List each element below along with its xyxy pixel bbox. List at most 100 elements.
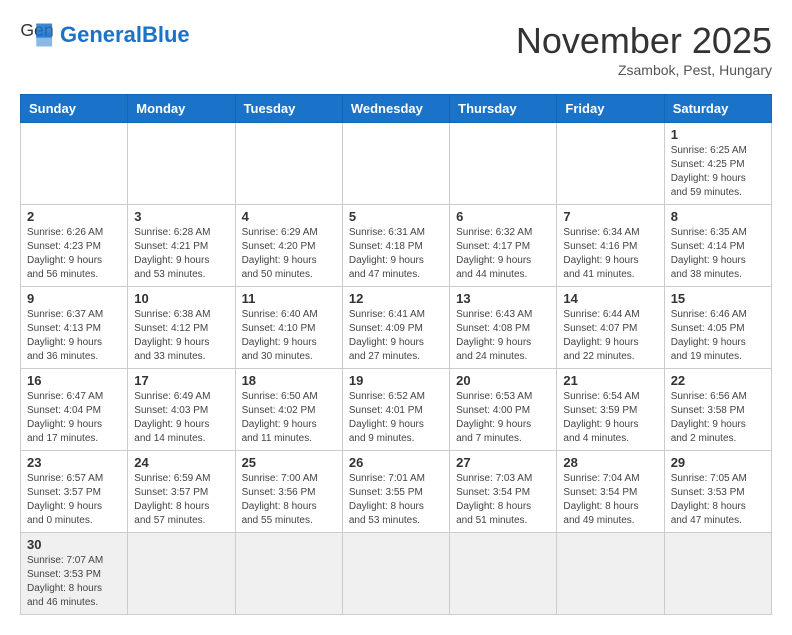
- day-cell: 8 Sunrise: 6:35 AM Sunset: 4:14 PM Daylig…: [664, 205, 771, 287]
- day-info: Sunrise: 6:57 AM Sunset: 3:57 PM Dayligh…: [27, 472, 121, 528]
- day-cell: [128, 123, 235, 205]
- day-info: Sunrise: 6:47 AM Sunset: 4:04 PM Dayligh…: [27, 390, 121, 446]
- col-header-friday: Friday: [557, 95, 664, 123]
- day-number: 4: [242, 209, 336, 224]
- day-info: Sunrise: 6:35 AM Sunset: 4:14 PM Dayligh…: [671, 226, 765, 282]
- day-cell: 17Sunrise: 6:49 AM Sunset: 4:03 PM Dayli…: [128, 369, 235, 451]
- day-info: Sunrise: 6:46 AM Sunset: 4:05 PM Dayligh…: [671, 308, 765, 364]
- day-cell: 5 Sunrise: 6:31 AM Sunset: 4:18 PM Daylig…: [342, 205, 449, 287]
- day-number: 28: [563, 455, 657, 470]
- day-info: Sunrise: 6:43 AM Sunset: 4:08 PM Dayligh…: [456, 308, 550, 364]
- day-info: Sunrise: 6:56 AM Sunset: 3:58 PM Dayligh…: [671, 390, 765, 446]
- day-info: Sunrise: 7:03 AM Sunset: 3:54 PM Dayligh…: [456, 472, 550, 528]
- day-cell: 15Sunrise: 6:46 AM Sunset: 4:05 PM Dayli…: [664, 287, 771, 369]
- day-number: 16: [27, 373, 121, 388]
- title-area: November 2025 Zsambok, Pest, Hungary: [516, 20, 772, 78]
- day-cell: 9 Sunrise: 6:37 AM Sunset: 4:13 PM Daylig…: [21, 287, 128, 369]
- day-number: 25: [242, 455, 336, 470]
- day-cell: 7Sunrise: 6:34 AM Sunset: 4:16 PM Daylig…: [557, 205, 664, 287]
- day-number: 10: [134, 291, 228, 306]
- day-number: 26: [349, 455, 443, 470]
- day-cell: 18 Sunrise: 6:50 AM Sunset: 4:02 PM Dayli…: [235, 369, 342, 451]
- day-number: 6: [456, 209, 550, 224]
- day-info: Sunrise: 6:59 AM Sunset: 3:57 PM Dayligh…: [134, 472, 228, 528]
- day-info: Sunrise: 7:04 AM Sunset: 3:54 PM Dayligh…: [563, 472, 657, 528]
- day-info: Sunrise: 6:53 AM Sunset: 4:00 PM Dayligh…: [456, 390, 550, 446]
- logo-general: General: [60, 22, 142, 47]
- col-header-sunday: Sunday: [21, 95, 128, 123]
- day-number: 24: [134, 455, 228, 470]
- col-header-saturday: Saturday: [664, 95, 771, 123]
- day-info: Sunrise: 6:44 AM Sunset: 4:07 PM Dayligh…: [563, 308, 657, 364]
- day-info: Sunrise: 6:28 AM Sunset: 4:21 PM Dayligh…: [134, 226, 228, 282]
- logo-icon: Gen: [20, 20, 56, 50]
- day-number: 27: [456, 455, 550, 470]
- day-cell: 24 Sunrise: 6:59 AM Sunset: 3:57 PM Dayli…: [128, 451, 235, 533]
- day-cell: 27 Sunrise: 7:03 AM Sunset: 3:54 PM Dayli…: [450, 451, 557, 533]
- day-cell: 22 Sunrise: 6:56 AM Sunset: 3:58 PM Dayli…: [664, 369, 771, 451]
- day-cell: [450, 123, 557, 205]
- calendar-header-row: SundayMondayTuesdayWednesdayThursdayFrid…: [21, 95, 772, 123]
- day-cell: 29Sunrise: 7:05 AM Sunset: 3:53 PM Dayli…: [664, 451, 771, 533]
- location-title: Zsambok, Pest, Hungary: [516, 62, 772, 78]
- day-cell: 21Sunrise: 6:54 AM Sunset: 3:59 PM Dayli…: [557, 369, 664, 451]
- day-cell: 23 Sunrise: 6:57 AM Sunset: 3:57 PM Dayli…: [21, 451, 128, 533]
- day-cell: [128, 533, 235, 615]
- day-number: 18: [242, 373, 336, 388]
- day-number: 3: [134, 209, 228, 224]
- day-cell: [235, 123, 342, 205]
- day-info: Sunrise: 6:52 AM Sunset: 4:01 PM Dayligh…: [349, 390, 443, 446]
- day-number: 7: [563, 209, 657, 224]
- day-cell: 6 Sunrise: 6:32 AM Sunset: 4:17 PM Daylig…: [450, 205, 557, 287]
- day-info: Sunrise: 6:41 AM Sunset: 4:09 PM Dayligh…: [349, 308, 443, 364]
- day-cell: 26 Sunrise: 7:01 AM Sunset: 3:55 PM Dayli…: [342, 451, 449, 533]
- day-number: 14: [563, 291, 657, 306]
- logo: Gen GeneralBlue: [20, 20, 190, 50]
- day-cell: 25 Sunrise: 7:00 AM Sunset: 3:56 PM Dayli…: [235, 451, 342, 533]
- day-number: 5: [349, 209, 443, 224]
- day-cell: 11 Sunrise: 6:40 AM Sunset: 4:10 PM Dayli…: [235, 287, 342, 369]
- day-number: 20: [456, 373, 550, 388]
- day-info: Sunrise: 6:38 AM Sunset: 4:12 PM Dayligh…: [134, 308, 228, 364]
- calendar-table: SundayMondayTuesdayWednesdayThursdayFrid…: [20, 94, 772, 615]
- day-number: 29: [671, 455, 765, 470]
- day-cell: 16 Sunrise: 6:47 AM Sunset: 4:04 PM Dayli…: [21, 369, 128, 451]
- day-cell: 30 Sunrise: 7:07 AM Sunset: 3:53 PM Dayli…: [21, 533, 128, 615]
- day-info: Sunrise: 6:37 AM Sunset: 4:13 PM Dayligh…: [27, 308, 121, 364]
- day-cell: 3 Sunrise: 6:28 AM Sunset: 4:21 PM Daylig…: [128, 205, 235, 287]
- day-info: Sunrise: 7:07 AM Sunset: 3:53 PM Dayligh…: [27, 554, 121, 610]
- day-number: 12: [349, 291, 443, 306]
- day-cell: [342, 123, 449, 205]
- day-cell: [557, 533, 664, 615]
- day-cell: 2Sunrise: 6:26 AM Sunset: 4:23 PM Daylig…: [21, 205, 128, 287]
- day-cell: [557, 123, 664, 205]
- day-number: 8: [671, 209, 765, 224]
- logo-text: GeneralBlue: [60, 22, 190, 47]
- col-header-monday: Monday: [128, 95, 235, 123]
- day-cell: 28 Sunrise: 7:04 AM Sunset: 3:54 PM Dayli…: [557, 451, 664, 533]
- col-header-tuesday: Tuesday: [235, 95, 342, 123]
- day-number: 22: [671, 373, 765, 388]
- day-cell: 1Sunrise: 6:25 AM Sunset: 4:25 PM Daylig…: [664, 123, 771, 205]
- day-cell: 4Sunrise: 6:29 AM Sunset: 4:20 PM Daylig…: [235, 205, 342, 287]
- logo-blue: Blue: [142, 22, 190, 47]
- day-info: Sunrise: 7:01 AM Sunset: 3:55 PM Dayligh…: [349, 472, 443, 528]
- day-info: Sunrise: 7:00 AM Sunset: 3:56 PM Dayligh…: [242, 472, 336, 528]
- week-row-2: 9 Sunrise: 6:37 AM Sunset: 4:13 PM Daylig…: [21, 287, 772, 369]
- day-info: Sunrise: 6:26 AM Sunset: 4:23 PM Dayligh…: [27, 226, 121, 282]
- day-number: 23: [27, 455, 121, 470]
- week-row-5: 30 Sunrise: 7:07 AM Sunset: 3:53 PM Dayli…: [21, 533, 772, 615]
- day-info: Sunrise: 6:40 AM Sunset: 4:10 PM Dayligh…: [242, 308, 336, 364]
- day-info: Sunrise: 6:32 AM Sunset: 4:17 PM Dayligh…: [456, 226, 550, 282]
- day-cell: 14 Sunrise: 6:44 AM Sunset: 4:07 PM Dayli…: [557, 287, 664, 369]
- day-info: Sunrise: 6:31 AM Sunset: 4:18 PM Dayligh…: [349, 226, 443, 282]
- day-number: 11: [242, 291, 336, 306]
- day-number: 9: [27, 291, 121, 306]
- day-info: Sunrise: 6:50 AM Sunset: 4:02 PM Dayligh…: [242, 390, 336, 446]
- day-number: 13: [456, 291, 550, 306]
- day-number: 30: [27, 537, 121, 552]
- day-info: Sunrise: 6:49 AM Sunset: 4:03 PM Dayligh…: [134, 390, 228, 446]
- day-cell: 20 Sunrise: 6:53 AM Sunset: 4:00 PM Dayli…: [450, 369, 557, 451]
- month-title: November 2025: [516, 20, 772, 62]
- day-cell: 19Sunrise: 6:52 AM Sunset: 4:01 PM Dayli…: [342, 369, 449, 451]
